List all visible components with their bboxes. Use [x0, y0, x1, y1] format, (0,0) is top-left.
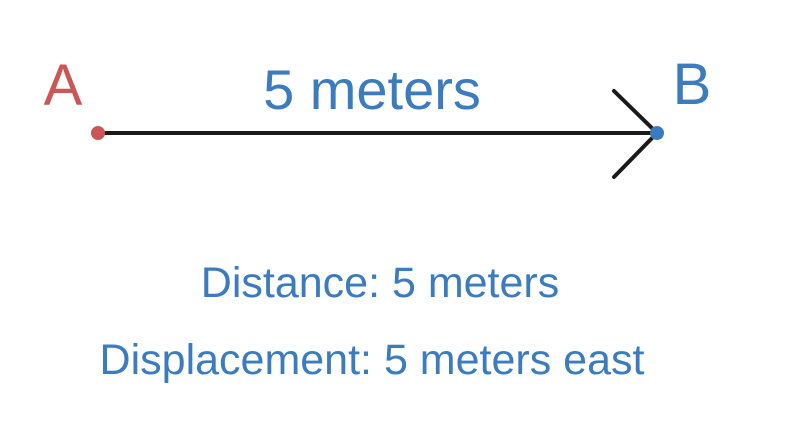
point-b-dot	[650, 126, 664, 140]
point-a-label: A	[44, 53, 83, 118]
point-b-label: B	[673, 52, 712, 117]
point-a-dot	[91, 126, 105, 140]
distance-text: Distance: 5 meters	[201, 259, 559, 307]
distance-displacement-diagram: A B 5 meters Distance: 5 meters Displace…	[44, 52, 712, 384]
arrow-length-label: 5 meters	[263, 58, 481, 121]
displacement-text: Displacement: 5 meters east	[100, 336, 645, 384]
